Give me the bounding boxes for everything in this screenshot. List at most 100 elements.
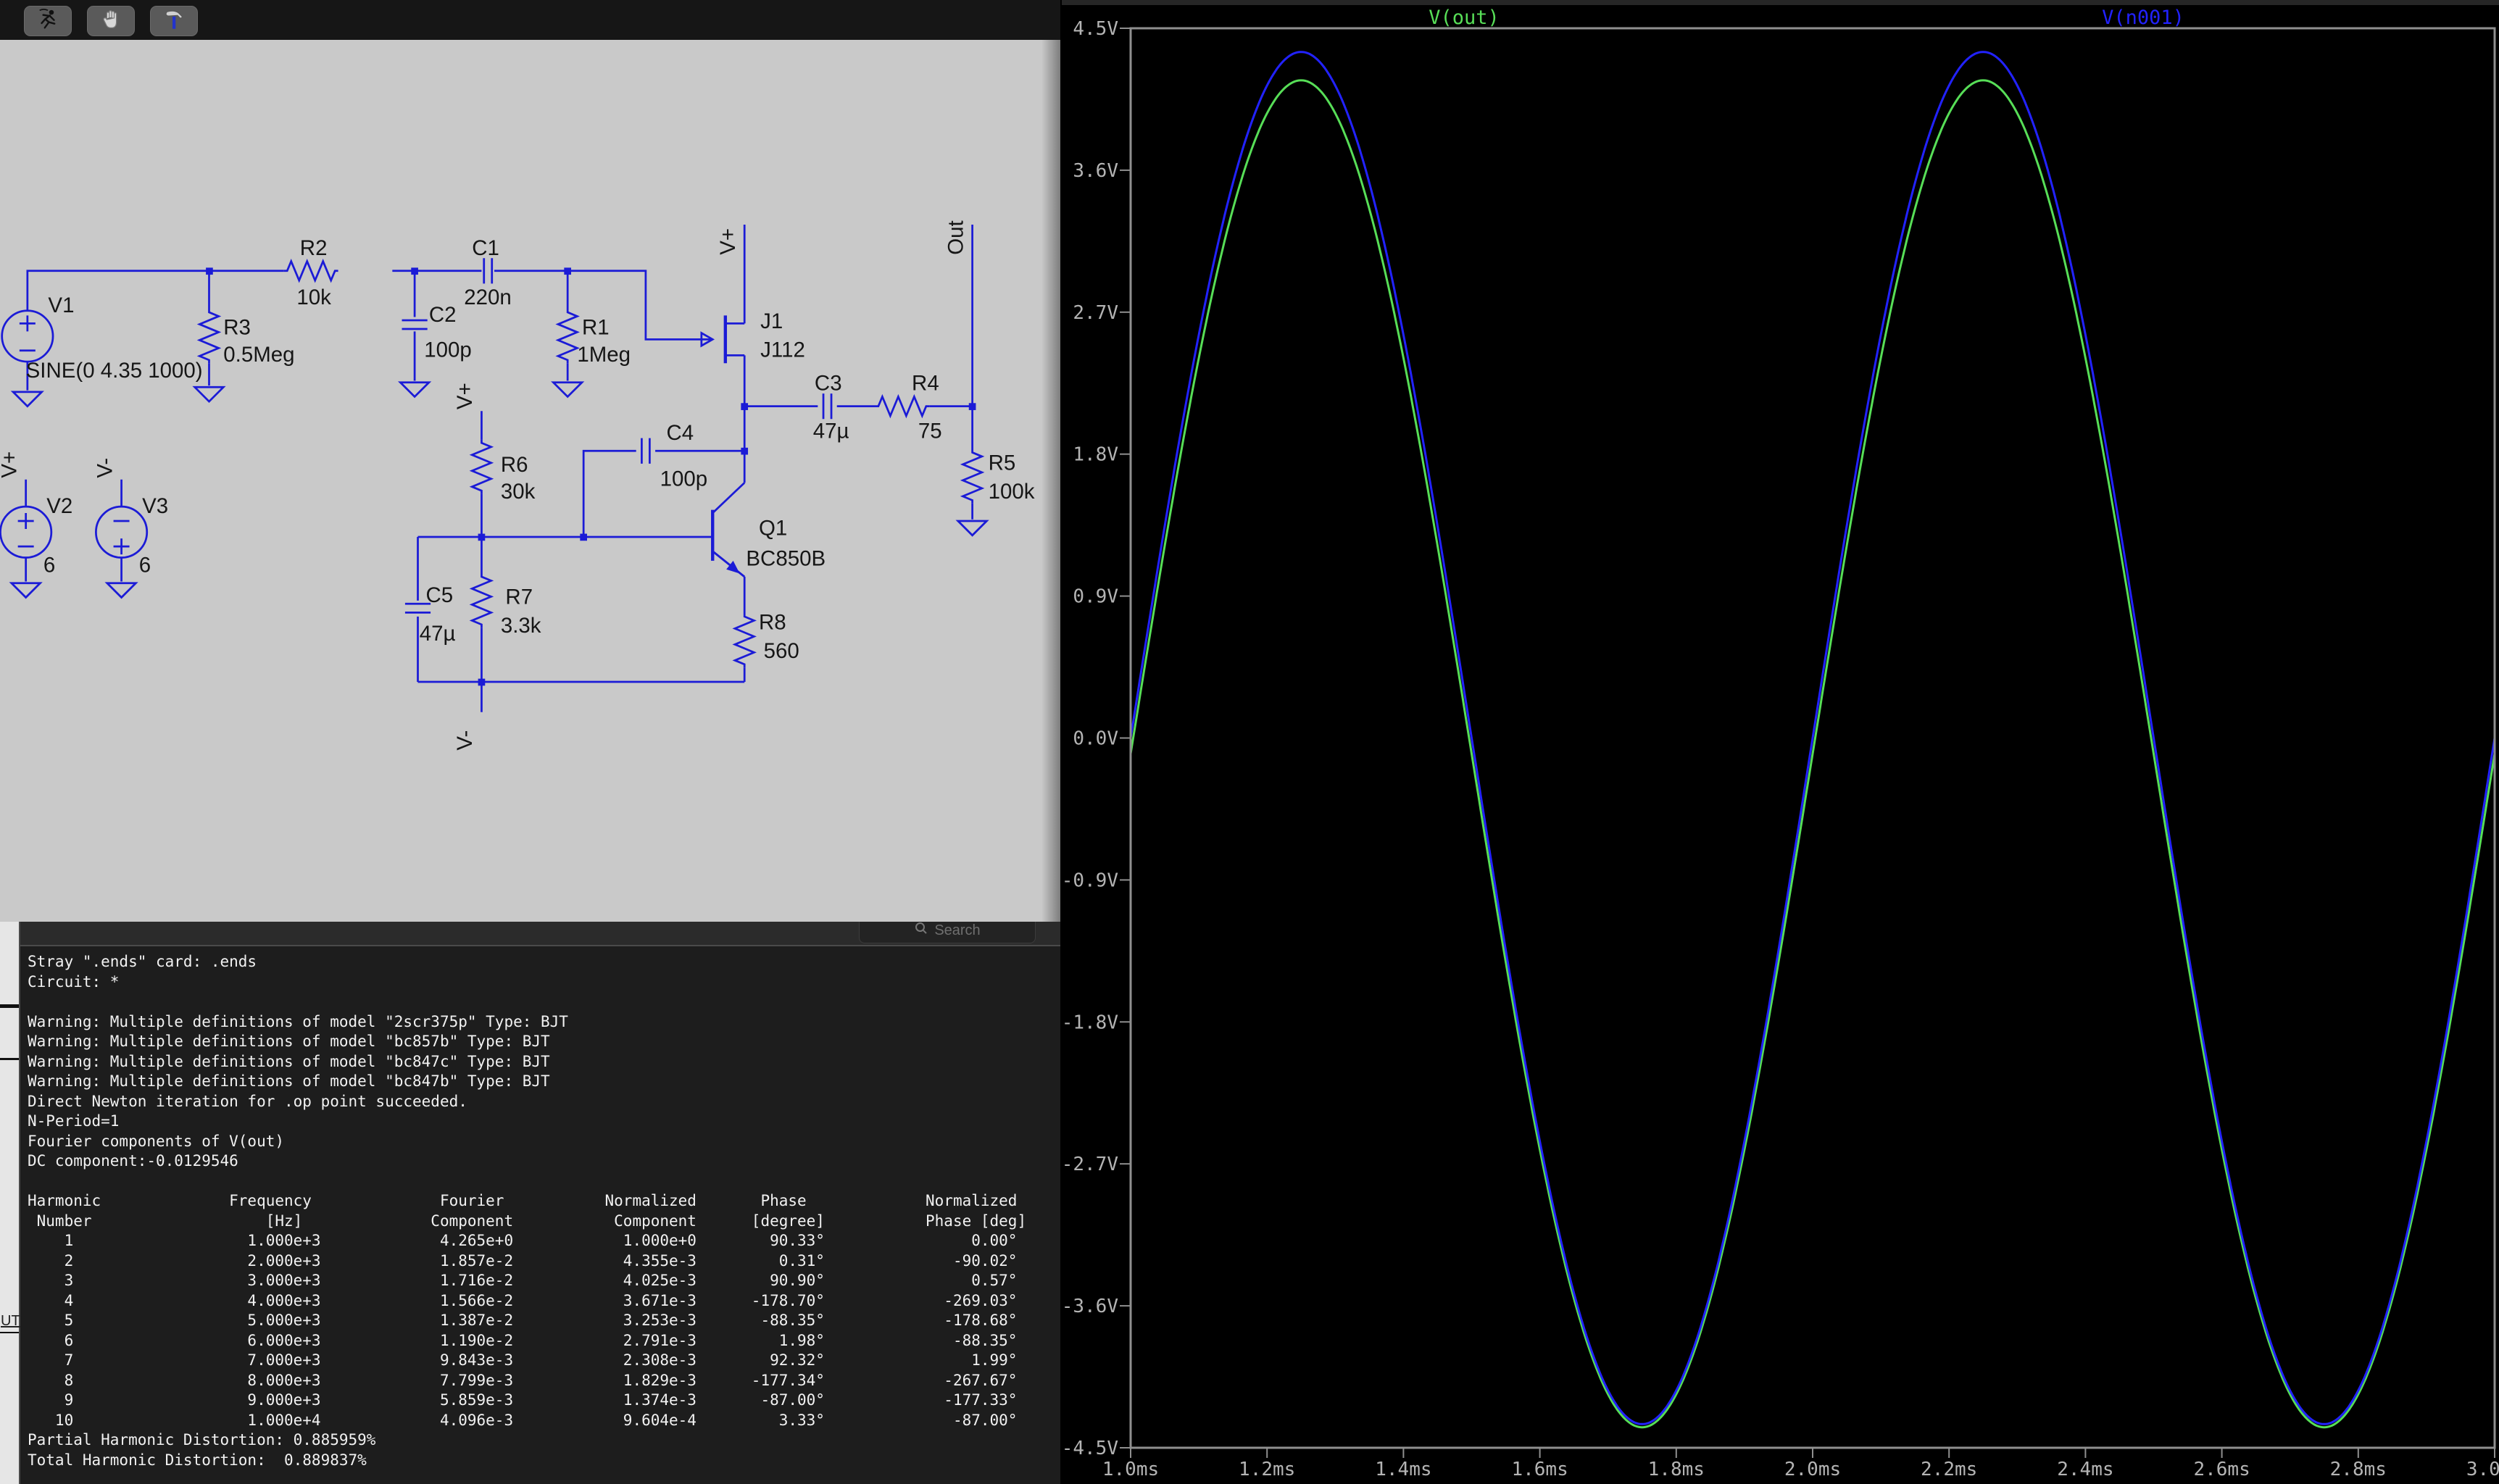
log-lines: Stray ".ends" card: .endsCircuit: * Warn… [28,952,1060,1470]
y-tick-label: -1.8V [1062,1012,1118,1033]
log-line: Warning: Multiple definitions of model "… [28,1072,1060,1092]
log-line: 8 8.000e+3 7.799e-3 1.829e-3 -177.34° -2… [28,1371,1060,1391]
component-R5[interactable]: R5 100k [962,449,1034,504]
flag-out: Out [944,220,968,254]
ref-C1: C1 [472,236,499,260]
waveform-plot-panel: V(out) V(n001) 4.5V3.6V2.7V1.8V0.9V0.0V-… [1062,0,2499,1484]
log-line: DC component:-0.0129546 [28,1151,1060,1172]
ref-C2: C2 [429,303,457,327]
y-tick-label: 4.5V [1073,18,1118,40]
component-V2[interactable]: V2 6 [0,494,72,577]
flag-vplus-r6: V+ [453,383,477,409]
log-line: Stray ".ends" card: .ends [28,952,1060,972]
ref-C5: C5 [425,583,453,607]
spice-log-window: Search Stray ".ends" card: .endsCircuit:… [0,922,1060,1484]
legend-v-out: V(out) [1429,7,1500,29]
component-C2[interactable]: C2 100p [402,303,472,362]
y-tick-label: 0.9V [1073,586,1118,608]
background-link-fragment[interactable]: UT [1,1313,20,1330]
log-line [28,1172,1060,1192]
value-R7: 3.3k [501,614,541,638]
legend-v-n001: V(n001) [2102,7,2184,29]
value-R6: 30k [501,480,536,504]
component-R8[interactable]: R8 560 [735,610,799,667]
log-line: Warning: Multiple definitions of model "… [28,1032,1060,1052]
flag-vminus-v3: V- [93,458,117,478]
ref-J1: J1 [760,309,783,333]
value-V1: SINE(0 4.35 1000) [26,359,203,383]
x-tick-label: 3.0ms [2466,1459,2499,1480]
component-C5[interactable]: C5 47µ [405,583,456,646]
ground-symbols [12,383,987,598]
value-C4: 100p [660,467,708,491]
x-tick-label: 2.8ms [2330,1459,2387,1480]
log-line: Harmonic Frequency Fourier Normalized Ph… [28,1191,1060,1212]
y-tick-label: -4.5V [1062,1438,1118,1459]
search-input[interactable]: Search [859,922,1036,943]
log-titlebar: Search [0,922,1060,946]
x-tick-label: 2.0ms [1784,1459,1841,1480]
log-line: 3 3.000e+3 1.716e-2 4.025e-3 90.90° 0.57… [28,1271,1060,1291]
x-tick-label: 1.6ms [1511,1459,1568,1480]
ref-R6: R6 [501,453,528,477]
background-window-sliver: UT [0,922,20,1484]
ref-V3: V3 [142,494,168,518]
schematic-canvas[interactable]: V1 SINE(0 4.35 1000) R2 10k R3 0.5Meg C1… [0,40,1060,922]
y-tick-label: 3.6V [1073,160,1118,182]
ref-R2: R2 [300,236,328,260]
log-line: Warning: Multiple definitions of model "… [28,1052,1060,1072]
log-line: Circuit: * [28,972,1060,993]
ltspice-app-window: V1 SINE(0 4.35 1000) R2 10k R3 0.5Meg C1… [0,0,2499,1484]
log-line: Number [Hz] Component Component [degree]… [28,1212,1060,1232]
component-C1[interactable]: C1 220n [464,236,512,309]
component-R2[interactable]: R2 10k [284,236,338,309]
pan-hand-button[interactable] [87,6,135,36]
hammer-icon [162,7,186,36]
search-icon [914,922,928,940]
log-line: Fourier components of V(out) [28,1132,1060,1152]
component-Q1[interactable]: Q1 BC850B [712,510,826,577]
x-tick-label: 1.8ms [1648,1459,1705,1480]
y-tick-label: 0.0V [1073,728,1118,750]
log-line: Partial Harmonic Distortion: 0.885959% [28,1430,1060,1451]
value-R8: 560 [764,639,799,663]
run-simulation-button[interactable] [24,6,72,36]
ref-V1: V1 [48,293,74,317]
log-line: Direct Newton iteration for .op point su… [28,1092,1060,1112]
log-line: 1 1.000e+3 4.265e+0 1.000e+0 90.33° 0.00… [28,1231,1060,1251]
component-V1[interactable]: V1 SINE(0 4.35 1000) [2,293,203,383]
value-V3: 6 [139,553,151,577]
value-C5: 47µ [420,622,456,646]
x-tick-label: 2.2ms [1921,1459,1977,1480]
plot-canvas[interactable]: V(out) V(n001) 4.5V3.6V2.7V1.8V0.9V0.0V-… [1062,0,2499,1484]
tools-hammer-button[interactable] [150,6,198,36]
run-man-icon [36,7,60,36]
y-tick-label: -0.9V [1062,870,1118,891]
value-R3: 0.5Meg [223,343,294,367]
component-C3[interactable]: C3 47µ [813,372,849,443]
log-line: 4 4.000e+3 1.566e-2 3.671e-3 -178.70° -2… [28,1291,1060,1312]
component-C4[interactable]: C4 100p [641,421,707,491]
value-R4: 75 [918,420,942,443]
window-edge-shadow [1041,40,1060,922]
log-line [28,992,1060,1012]
value-R5: 100k [989,480,1035,504]
x-tick-label: 1.2ms [1239,1459,1295,1480]
x-tick-label: 2.4ms [2057,1459,2113,1480]
ref-Q1: Q1 [759,517,787,541]
log-output[interactable]: Stray ".ends" card: .endsCircuit: * Warn… [20,946,1060,1484]
search-placeholder: Search [934,922,980,939]
component-R4[interactable]: R4 75 [875,372,941,443]
y-tick-label: 1.8V [1073,444,1118,466]
x-tick-label: 2.6ms [2193,1459,2250,1480]
component-J1[interactable]: J1 J112 [702,309,805,363]
toolbar [0,0,1060,40]
component-R1[interactable]: R1 1Meg [558,309,631,367]
component-R3[interactable]: R3 0.5Meg [199,309,294,367]
ref-V2: V2 [46,494,72,518]
sliver-rule [0,1004,19,1008]
component-V3[interactable]: V3 6 [96,494,168,577]
y-tick-label: -2.7V [1062,1154,1118,1175]
value-R2: 10k [296,285,331,309]
flag-vminus-rail: V- [453,730,477,751]
